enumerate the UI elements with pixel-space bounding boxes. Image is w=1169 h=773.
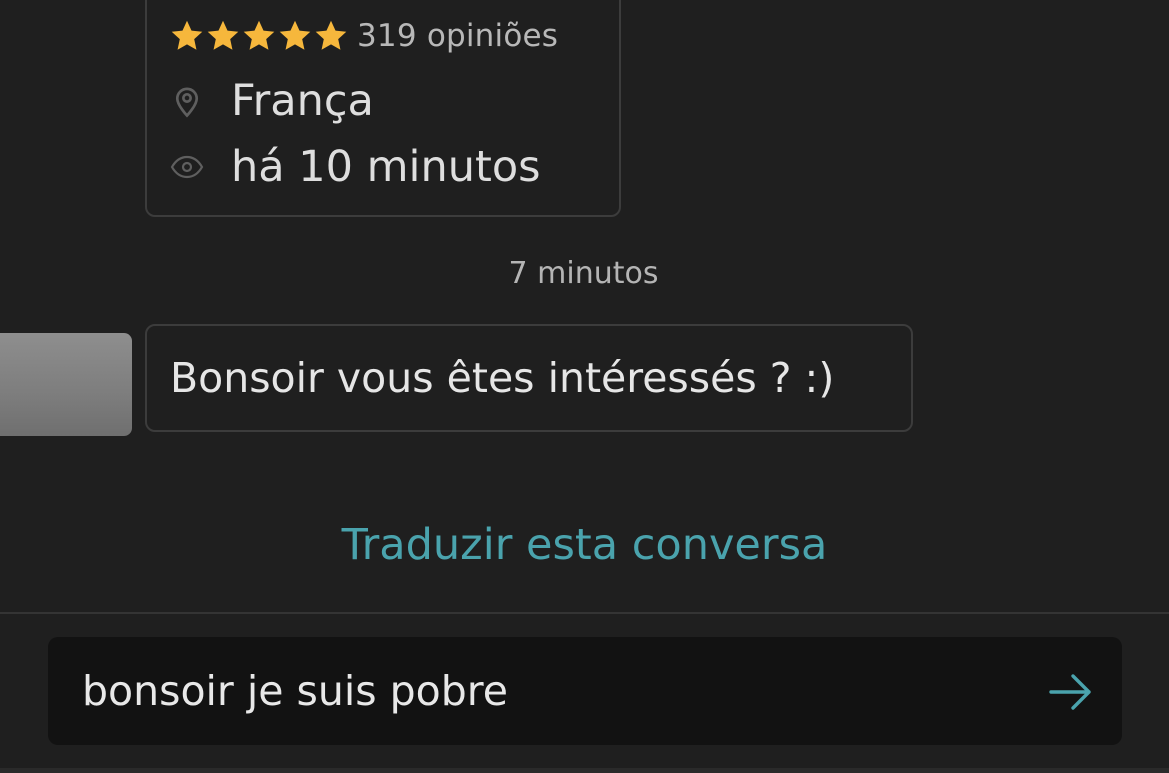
location-text: França <box>231 76 374 126</box>
message-bubble: Bonsoir vous êtes intéressés ? :) <box>145 324 913 432</box>
message-text: Bonsoir vous êtes intéressés ? :) <box>170 354 835 402</box>
star-icon <box>207 20 239 50</box>
bottom-edge <box>0 768 1169 773</box>
message-timestamp-text: 7 minutos <box>508 256 659 291</box>
seller-profile-card[interactable]: 319 opiniões França há 10 minutos <box>145 0 621 217</box>
star-icon <box>279 20 311 50</box>
last-seen-text: há 10 minutos <box>231 142 541 192</box>
translate-conversation-link[interactable]: Traduzir esta conversa <box>0 520 1169 570</box>
last-seen-row: há 10 minutos <box>169 139 541 195</box>
avatar[interactable] <box>0 333 132 436</box>
message-input[interactable] <box>82 637 1002 745</box>
send-button[interactable] <box>1046 667 1096 717</box>
message-composer <box>48 637 1122 745</box>
location-row: França <box>169 73 374 129</box>
message-timestamp: 7 minutos <box>0 256 1169 291</box>
arrow-right-icon <box>1049 674 1091 710</box>
location-pin-icon <box>169 83 205 119</box>
review-count: 319 opiniões <box>357 18 559 54</box>
rating-row: 319 opiniões <box>169 14 558 58</box>
star-rating <box>169 18 349 54</box>
star-icon <box>171 20 203 50</box>
star-icon <box>315 20 347 50</box>
eye-icon <box>169 149 205 185</box>
chat-screen: 319 opiniões França há 10 minutos 7 minu… <box>0 0 1169 773</box>
star-icon <box>243 20 275 50</box>
divider <box>0 612 1169 614</box>
